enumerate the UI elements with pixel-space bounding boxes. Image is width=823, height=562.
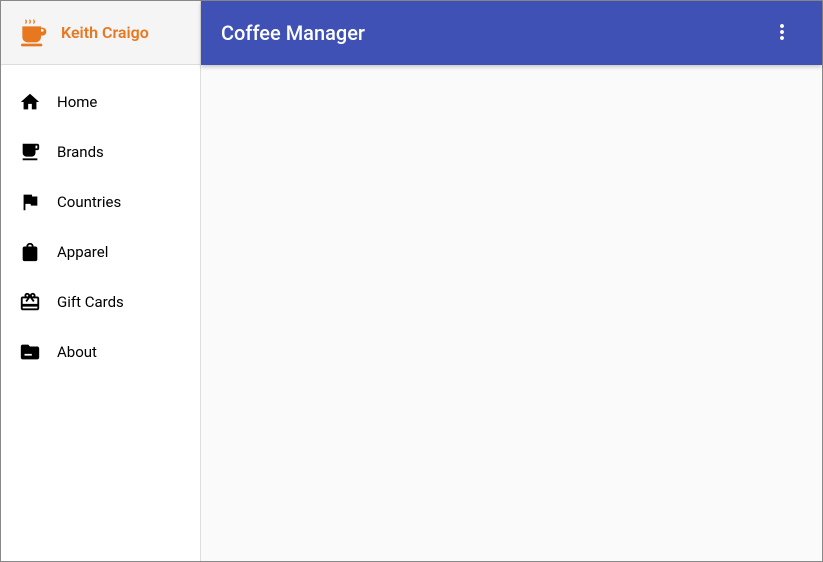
more-menu-button[interactable]	[762, 13, 802, 53]
more-vert-icon	[770, 20, 794, 47]
main-area: Coffee Manager	[201, 1, 822, 561]
sidebar-item-label: About	[57, 343, 97, 361]
sidebar-header: Keith Craigo	[1, 1, 200, 65]
sidebar-item-apparel[interactable]: Apparel	[1, 227, 200, 277]
folder-icon	[19, 341, 41, 363]
coffee-cup-icon	[19, 141, 41, 163]
sidebar-item-label: Home	[57, 93, 97, 111]
page-title: Coffee Manager	[221, 21, 365, 45]
sidebar-item-gift-cards[interactable]: Gift Cards	[1, 277, 200, 327]
sidebar-item-about[interactable]: About	[1, 327, 200, 377]
content-area	[201, 65, 822, 561]
brand-name: Keith Craigo	[61, 23, 149, 42]
sidebar: Keith Craigo Home Brands	[1, 1, 201, 561]
coffee-logo-icon	[17, 17, 49, 49]
sidebar-item-label: Apparel	[57, 243, 108, 261]
gift-card-icon	[19, 291, 41, 313]
flag-icon	[19, 191, 41, 213]
shopping-bag-icon	[19, 241, 41, 263]
sidebar-item-countries[interactable]: Countries	[1, 177, 200, 227]
sidebar-item-label: Gift Cards	[57, 293, 124, 311]
home-icon	[19, 91, 41, 113]
sidebar-item-label: Countries	[57, 193, 121, 211]
sidebar-item-label: Brands	[57, 143, 104, 161]
nav-list: Home Brands Countries A	[1, 65, 200, 389]
sidebar-item-home[interactable]: Home	[1, 77, 200, 127]
topbar: Coffee Manager	[201, 1, 822, 65]
sidebar-item-brands[interactable]: Brands	[1, 127, 200, 177]
